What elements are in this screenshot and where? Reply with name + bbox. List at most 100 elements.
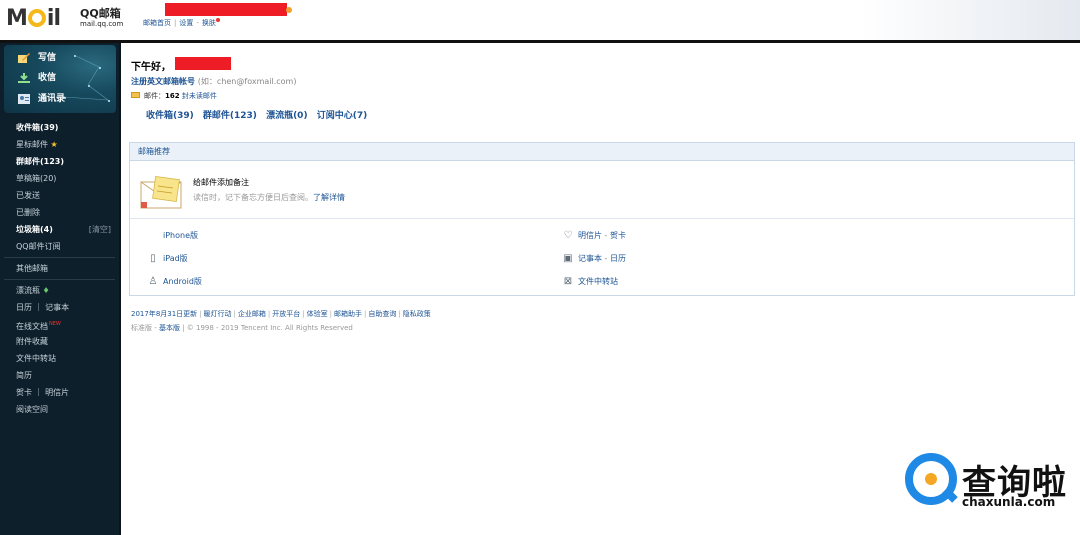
tool-reading-space[interactable]: 阅读空间 xyxy=(0,401,119,418)
folder-drafts[interactable]: 草稿箱(20) xyxy=(0,170,119,187)
envelope-icon xyxy=(131,92,140,98)
app-ipad[interactable]: ▯ iPad版 xyxy=(147,253,188,264)
folder-spam[interactable]: 垃圾箱(4) [清空] xyxy=(0,221,119,238)
folder-subscriptions[interactable]: QQ邮件订阅 xyxy=(0,238,119,255)
top-header: Mil QQ邮箱 mail.qq.com 邮箱首页 | 设置 - 换肤 xyxy=(0,0,1080,43)
unread-count: 162 xyxy=(165,92,180,100)
redacted-username xyxy=(175,57,231,70)
folder-sent[interactable]: 已发送 xyxy=(0,187,119,204)
app-file-transfer[interactable]: ⊠ 文件中转站 xyxy=(562,276,618,287)
footer-link[interactable]: 企业邮箱 xyxy=(238,310,266,318)
folder-starred[interactable]: 星标邮件 ★ xyxy=(0,136,119,153)
app-android[interactable]: ♙ Android版 xyxy=(147,276,202,287)
link-separator: | xyxy=(174,19,177,27)
tool-cards-postcards[interactable]: 贺卡 ｜ 明信片 xyxy=(0,384,119,401)
sidebar: 写信 收信 通讯录 收件箱(39) 星标邮件 ★ 群邮件(123) 草稿箱(20… xyxy=(0,43,121,535)
tool-label: 附件收藏 xyxy=(16,337,48,346)
footer-link[interactable]: 2017年8月31日更新 xyxy=(131,310,197,318)
folder-label: 已删除 xyxy=(16,208,40,217)
folder-label: 垃圾箱(4) xyxy=(16,225,53,234)
new-dot-icon xyxy=(215,18,220,22)
quick-link-group-mail[interactable]: 群邮件(123) xyxy=(203,111,257,121)
tool-label: 在线文档 xyxy=(16,322,48,331)
app-label: 明信片 xyxy=(578,231,602,240)
footer-link[interactable]: 开放平台 xyxy=(272,310,300,318)
tip-description: 读信时，记下备忘方便日后查阅。了解详情 xyxy=(193,192,345,203)
app-iphone[interactable]: iPhone版 xyxy=(147,230,198,241)
folder-label: 已发送 xyxy=(16,191,40,200)
watermark-dot xyxy=(925,473,937,485)
tool-resume[interactable]: 简历 xyxy=(0,367,119,384)
quick-link-inbox[interactable]: 收件箱(39) xyxy=(146,111,194,121)
watermark-en: chaxunla.com xyxy=(962,495,1056,509)
folder-group-mail[interactable]: 群邮件(123) xyxy=(0,153,119,170)
sidebar-action-panel: 写信 收信 通讯录 xyxy=(4,45,116,113)
folder-label: QQ邮件订阅 xyxy=(16,242,61,251)
app-label: 文件中转站 xyxy=(578,277,618,286)
separator: - xyxy=(604,231,608,240)
app-label: iPad版 xyxy=(163,254,188,263)
folder-deleted[interactable]: 已删除 xyxy=(0,204,119,221)
skin-link[interactable]: 换肤 xyxy=(202,19,216,27)
qq-mail-logo[interactable]: Mil QQ邮箱 mail.qq.com xyxy=(6,6,123,32)
other-mailboxes-label: 其他邮箱 xyxy=(16,264,48,273)
status-dot xyxy=(286,7,292,13)
recommend-panel: 邮箱推荐 给邮件添加备注 读信时，记下备忘方便日后查阅。了解详情 iPhone版… xyxy=(129,142,1075,296)
quick-links: 收件箱(39) 群邮件(123) 漂流瓶(0) 订阅中心(7) xyxy=(146,108,373,121)
app-label: 日历 xyxy=(609,254,626,263)
logo-text-block: QQ邮箱 mail.qq.com xyxy=(80,7,140,29)
standard-version-link[interactable]: 标准版 xyxy=(131,324,152,332)
tool-label: 漂流瓶 xyxy=(16,286,40,295)
footer-sep: | xyxy=(363,310,367,318)
contacts-button[interactable]: 通讯录 xyxy=(12,91,102,107)
basic-version-link[interactable]: 基本版 xyxy=(159,324,180,332)
mail-count-prefix: 邮件： xyxy=(144,92,165,100)
sidebar-divider xyxy=(4,257,115,258)
new-badge: NEW xyxy=(49,321,61,327)
home-link[interactable]: 邮箱首页 xyxy=(143,19,171,27)
compose-button[interactable]: 写信 xyxy=(12,50,102,66)
tool-label: 阅读空间 xyxy=(16,405,48,414)
tool-attachments[interactable]: 附件收藏 xyxy=(0,333,119,350)
app-notes[interactable]: ▣ 记事本 - 日历 xyxy=(562,253,626,264)
tool-drift-bottle[interactable]: 漂流瓶 ♦ xyxy=(0,282,119,299)
learn-more-link[interactable]: 了解详情 xyxy=(313,193,345,202)
register-english-account[interactable]: 注册英文邮箱帐号 (如：chen@foxmail.com) xyxy=(131,76,296,87)
quick-link-subscriptions[interactable]: 订阅中心(7) xyxy=(317,111,368,121)
contacts-label: 通讯录 xyxy=(38,94,66,104)
footer-link[interactable]: 暖灯行动 xyxy=(204,310,232,318)
folder-inbox[interactable]: 收件箱(39) xyxy=(0,119,119,136)
app-label: iPhone版 xyxy=(163,231,199,240)
tool-online-docs[interactable]: 在线文档NEW xyxy=(0,316,119,333)
clear-spam-link[interactable]: [清空] xyxy=(89,221,111,238)
logo-o-ring xyxy=(27,9,46,27)
footer-link[interactable]: 邮箱助手 xyxy=(334,310,362,318)
register-label: 注册英文邮箱帐号 xyxy=(131,77,195,86)
star-icon: ★ xyxy=(50,140,58,149)
footer-link[interactable]: 隐私政策 xyxy=(403,310,431,318)
header-links: 邮箱首页 | 设置 - 换肤 xyxy=(143,18,220,28)
footer-link[interactable]: 体验室 xyxy=(307,310,328,318)
receive-button[interactable]: 收信 xyxy=(12,70,102,86)
link-separator: - xyxy=(196,19,199,27)
settings-link[interactable]: 设置 xyxy=(179,19,193,27)
sidebar-divider xyxy=(4,279,115,280)
tool-file-transfer[interactable]: 文件中转站 xyxy=(0,350,119,367)
calendar-icon: ▣ xyxy=(563,253,573,264)
register-hint: (如：chen@foxmail.com) xyxy=(197,77,297,86)
tool-label: 文件中转站 xyxy=(16,354,56,363)
other-mailboxes[interactable]: 其他邮箱 xyxy=(0,260,119,277)
footer-sep: | xyxy=(199,310,202,318)
quick-link-drift-bottle[interactable]: 漂流瓶(0) xyxy=(266,111,308,121)
copyright-text: © 1998 - 2019 Tencent Inc. All Rights Re… xyxy=(186,324,353,332)
app-postcard[interactable]: ♡ 明信片 - 贺卡 xyxy=(562,230,626,241)
footer-sep: | xyxy=(233,310,236,318)
unread-link[interactable]: 封未读邮件 xyxy=(182,92,217,100)
pencil-paper-icon xyxy=(18,53,30,63)
tool-calendar-notes[interactable]: 日历 ｜ 记事本 xyxy=(0,299,119,316)
greeting: 下午好， xyxy=(131,58,171,73)
recommend-apps: iPhone版 ▯ iPad版 ♙ Android版 ♡ 明信片 - 贺卡 ▣ 记事本 … xyxy=(130,219,1074,295)
receive-label: 收信 xyxy=(38,73,57,83)
footer-link[interactable]: 自助查询 xyxy=(368,310,396,318)
download-icon xyxy=(18,73,30,83)
